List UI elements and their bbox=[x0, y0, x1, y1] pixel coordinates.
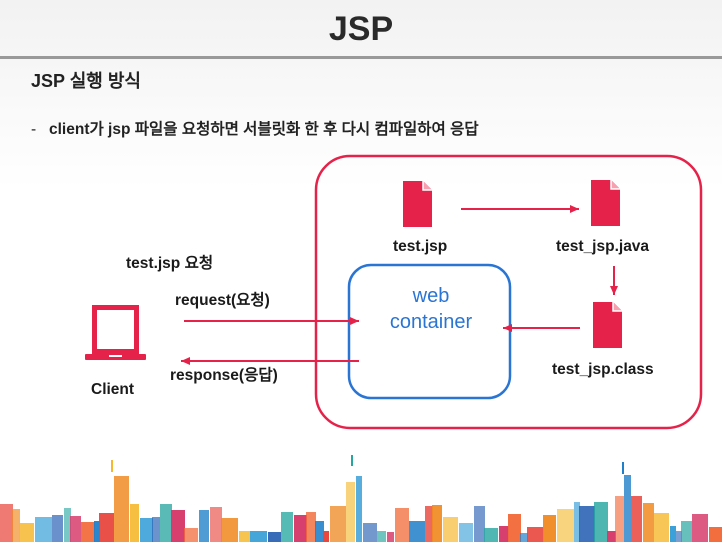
skyline-building bbox=[184, 528, 198, 542]
skyline-building bbox=[356, 476, 362, 542]
skyline-building bbox=[171, 510, 185, 542]
skyline-building bbox=[323, 531, 329, 542]
skyline-building bbox=[499, 526, 509, 542]
skyline-building bbox=[281, 512, 293, 542]
request-label: request(요청) bbox=[175, 292, 270, 309]
file-label-class: test_jsp.class bbox=[552, 361, 654, 378]
skyline-building bbox=[681, 521, 692, 542]
skyline-building bbox=[114, 476, 129, 542]
skyline-building bbox=[692, 514, 708, 542]
skyline-building bbox=[130, 504, 139, 542]
skyline-building bbox=[152, 517, 160, 542]
file-label-jsp: test.jsp bbox=[393, 238, 448, 255]
skyline-building bbox=[709, 527, 722, 542]
skyline-building bbox=[12, 509, 20, 542]
skyline-building bbox=[35, 517, 52, 542]
skyline-building bbox=[99, 513, 114, 542]
skyline-building bbox=[557, 509, 574, 542]
skyline-building bbox=[221, 518, 238, 542]
skyline-building bbox=[443, 517, 458, 542]
skyline-spire bbox=[351, 455, 353, 466]
city-skyline-decoration bbox=[0, 455, 722, 542]
skyline-building bbox=[409, 521, 425, 542]
skyline-building bbox=[643, 503, 654, 542]
file-icon bbox=[403, 181, 432, 227]
skyline-building bbox=[527, 527, 544, 542]
file-icon bbox=[591, 180, 620, 226]
skyline-building bbox=[508, 514, 521, 542]
skyline-building bbox=[631, 496, 642, 542]
skyline-building bbox=[425, 506, 433, 542]
skyline-building bbox=[19, 523, 34, 542]
skyline-spire bbox=[111, 460, 113, 472]
skyline-building bbox=[432, 505, 442, 542]
skyline-building bbox=[346, 482, 355, 542]
skyline-building bbox=[594, 502, 608, 542]
skyline-spire bbox=[622, 462, 624, 474]
skyline-building bbox=[70, 516, 81, 542]
client-label: Client bbox=[91, 381, 135, 398]
web-container-label: web container bbox=[352, 283, 510, 335]
file-label-java: test_jsp.java bbox=[556, 238, 650, 255]
skyline-building bbox=[520, 533, 528, 542]
skyline-building bbox=[160, 504, 172, 542]
laptop-icon bbox=[85, 305, 146, 360]
skyline-building bbox=[199, 510, 209, 542]
skyline-building bbox=[52, 515, 63, 542]
skyline-building bbox=[239, 531, 250, 542]
web-container-line2: container bbox=[389, 311, 473, 333]
skyline-building bbox=[484, 528, 498, 542]
skyline-building bbox=[387, 532, 394, 542]
skyline-building bbox=[330, 506, 346, 542]
skyline-building bbox=[306, 512, 316, 542]
skyline-building bbox=[395, 508, 409, 542]
skyline-building bbox=[140, 518, 153, 542]
skyline-building bbox=[607, 531, 616, 542]
skyline-building bbox=[315, 521, 324, 542]
skyline-building bbox=[670, 526, 676, 542]
response-label: response(응답) bbox=[170, 367, 278, 384]
skyline-building bbox=[579, 506, 595, 542]
skyline-building bbox=[81, 522, 95, 542]
request-title: test.jsp 요청 bbox=[126, 255, 214, 272]
skyline-building bbox=[250, 531, 267, 542]
file-icon bbox=[593, 302, 622, 348]
skyline-building bbox=[268, 532, 281, 542]
skyline-building bbox=[624, 475, 631, 542]
skyline-building bbox=[64, 508, 71, 542]
skyline-building bbox=[377, 531, 386, 542]
skyline-building bbox=[363, 523, 377, 542]
skyline-building bbox=[654, 513, 669, 542]
skyline-building bbox=[474, 506, 485, 542]
skyline-building bbox=[210, 507, 222, 542]
web-container-line1: web bbox=[412, 285, 450, 307]
skyline-building bbox=[294, 515, 307, 542]
skyline-building bbox=[615, 496, 624, 542]
skyline-building bbox=[0, 504, 13, 542]
skyline-building bbox=[459, 523, 473, 542]
skyline-building bbox=[543, 515, 556, 542]
